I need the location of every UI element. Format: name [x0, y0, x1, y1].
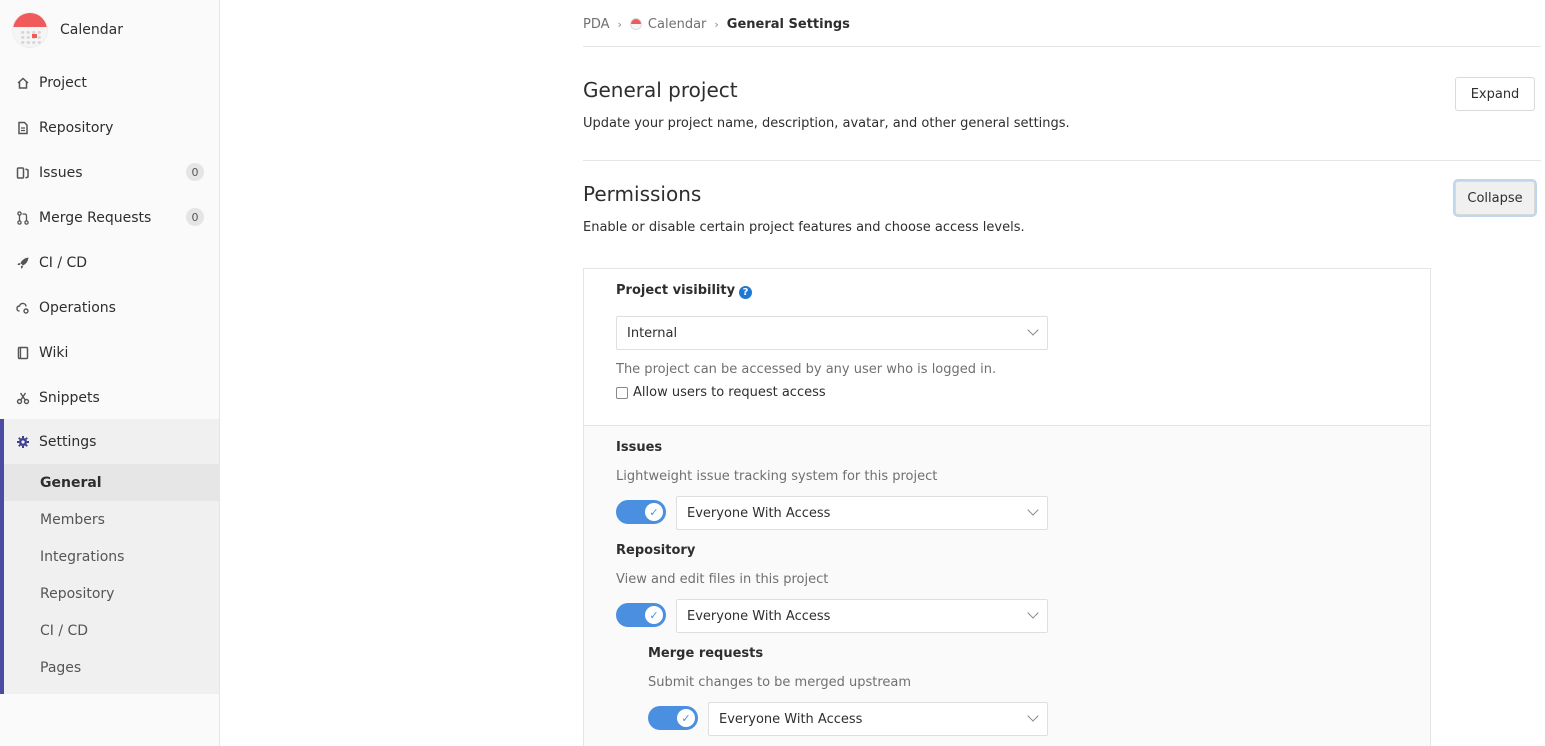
check-icon: ✓ [677, 709, 695, 727]
chevron-down-icon [1027, 324, 1039, 336]
merge-requests-feature-help: Submit changes to be merged upstream [648, 675, 912, 690]
sidebar-item-label: Snippets [39, 389, 100, 406]
sidebar-item-snippets[interactable]: Snippets [0, 375, 219, 420]
collapse-button[interactable]: Collapse [1455, 181, 1535, 215]
general-section-title: General project [583, 78, 738, 102]
sidebar-item-label: Wiki [39, 344, 69, 361]
settings-sub-integrations[interactable]: Integrations [4, 538, 219, 575]
sidebar: Calendar Project Repository Issues 0 Mer… [0, 0, 220, 746]
gear-icon [16, 435, 30, 449]
chevron-down-icon [1027, 710, 1039, 722]
rocket-icon [16, 256, 30, 270]
scissors-icon [16, 391, 30, 405]
breadcrumb-item-current[interactable]: General Settings [727, 17, 850, 32]
sidebar-item-merge-requests[interactable]: Merge Requests 0 [0, 195, 219, 240]
project-visibility-label: Project visibility? [616, 283, 753, 299]
settings-sub-ci-cd[interactable]: CI / CD [4, 612, 219, 649]
issues-feature-label: Issues [616, 440, 663, 455]
sidebar-item-label: CI / CD [39, 254, 88, 271]
project-avatar [12, 12, 48, 48]
sidebar-item-ci-cd[interactable]: CI / CD [0, 240, 219, 285]
merge-icon [16, 210, 30, 225]
breadcrumb-item-group[interactable]: PDA [583, 17, 610, 32]
visibility-panel: Project visibility? Internal The project… [584, 269, 1430, 426]
merge-requests-feature-label: Merge requests [648, 646, 764, 661]
sidebar-item-label: Project [39, 74, 87, 91]
settings-sub-pages[interactable]: Pages [4, 649, 219, 686]
permissions-panel: Project visibility? Internal The project… [583, 268, 1431, 746]
sidebar-item-settings[interactable]: Settings [4, 419, 219, 464]
settings-sub-repository[interactable]: Repository [4, 575, 219, 612]
issues-icon [16, 166, 30, 180]
issues-count-badge: 0 [186, 163, 204, 181]
repository-feature-help: View and edit files in this project [616, 572, 829, 587]
issues-access-select[interactable]: Everyone With Access [676, 496, 1048, 530]
help-icon[interactable]: ? [739, 286, 753, 299]
sidebar-item-issues[interactable]: Issues 0 [0, 150, 219, 195]
permissions-section-title: Permissions [583, 182, 702, 206]
chevron-down-icon [1027, 607, 1039, 619]
book-icon [16, 346, 30, 360]
sidebar-item-repository[interactable]: Repository [0, 105, 219, 150]
chevron-right-icon: › [617, 17, 622, 31]
merge-requests-count-badge: 0 [186, 208, 204, 226]
general-section-description: Update your project name, description, a… [583, 116, 1070, 131]
check-icon: ✓ [645, 606, 663, 624]
issues-toggle[interactable]: ✓ [616, 500, 666, 524]
project-icon [629, 18, 642, 30]
expand-button[interactable]: Expand [1455, 77, 1535, 111]
sidebar-item-label: Issues [39, 164, 83, 181]
home-icon [16, 76, 30, 90]
sidebar-item-project[interactable]: Project [0, 60, 219, 105]
features-panel: Issues Lightweight issue tracking system… [584, 426, 1430, 746]
sidebar-item-label: Operations [39, 299, 116, 316]
breadcrumb-item-project[interactable]: Calendar [648, 17, 706, 32]
section-divider [583, 160, 1541, 161]
check-icon: ✓ [645, 503, 663, 521]
request-access-checkbox[interactable] [616, 386, 628, 399]
permissions-section-description: Enable or disable certain project featur… [583, 220, 1025, 235]
merge-requests-toggle[interactable]: ✓ [648, 706, 698, 730]
repository-toggle[interactable]: ✓ [616, 603, 666, 627]
merge-requests-access-select[interactable]: Everyone With Access [708, 702, 1048, 736]
chevron-right-icon: › [714, 17, 719, 31]
repository-access-select[interactable]: Everyone With Access [676, 599, 1048, 633]
doc-icon [16, 121, 30, 135]
sidebar-item-operations[interactable]: Operations [0, 285, 219, 330]
sidebar-header[interactable]: Calendar [0, 0, 219, 60]
request-access-label: Allow users to request access [633, 385, 826, 400]
settings-sub-members[interactable]: Members [4, 501, 219, 538]
request-access-row[interactable]: Allow users to request access [616, 385, 826, 400]
cloud-gear-icon [16, 301, 30, 315]
repository-feature-label: Repository [616, 543, 696, 558]
sidebar-item-label: Settings [39, 433, 97, 450]
issues-feature-help: Lightweight issue tracking system for th… [616, 469, 938, 484]
sidebar-item-label: Repository [39, 119, 114, 136]
sidebar-settings-group: Settings General Members Integrations Re… [0, 419, 219, 694]
project-name: Calendar [60, 22, 123, 38]
breadcrumb: PDA › Calendar › General Settings [583, 15, 850, 33]
settings-sub-general[interactable]: General [4, 464, 219, 501]
sidebar-item-label: Merge Requests [39, 209, 152, 226]
project-visibility-select[interactable]: Internal [616, 316, 1048, 350]
sidebar-item-wiki[interactable]: Wiki [0, 330, 219, 375]
chevron-down-icon [1027, 504, 1039, 516]
breadcrumb-divider [583, 46, 1541, 47]
visibility-help-text: The project can be accessed by any user … [616, 362, 997, 377]
